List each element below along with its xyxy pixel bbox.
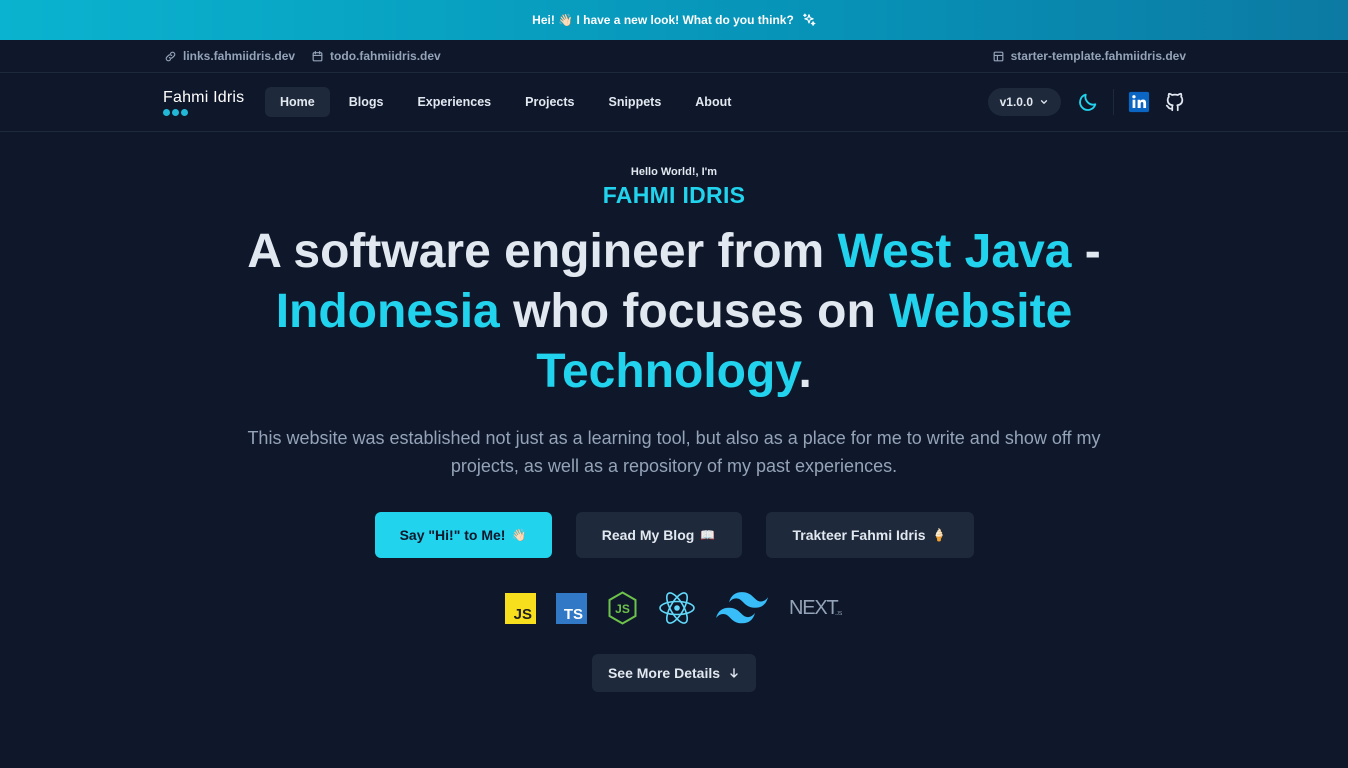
arrow-down-icon	[730, 668, 738, 678]
todo-subdomain-link[interactable]: todo.fahmiidris.dev	[311, 49, 441, 63]
main-navbar: Fahmi Idris Home Blogs Experiences Proje…	[0, 73, 1348, 132]
primary-nav: Home Blogs Experiences Projects Snippets…	[265, 87, 746, 117]
headline-part-1: A software engineer from	[247, 225, 838, 278]
subdomain-bar: links.fahmiidris.dev todo.fahmiidris.dev…	[0, 40, 1348, 73]
say-hi-label: Say "Hi!" to Me!	[399, 527, 506, 543]
links-subdomain-link[interactable]: links.fahmiidris.dev	[164, 49, 295, 63]
linkedin-icon	[1128, 91, 1150, 113]
trakteer-button[interactable]: Trakteer Fahmi Idris 🍦	[765, 512, 974, 558]
sparkles-icon	[802, 13, 816, 26]
tech-stack: JS TS JS NEXT .JS	[0, 590, 1348, 626]
logo[interactable]: Fahmi Idris	[163, 89, 265, 116]
nav-item-home[interactable]: Home	[265, 87, 330, 117]
see-more-label: See More Details	[607, 665, 721, 681]
read-blog-button[interactable]: Read My Blog 📖	[575, 512, 742, 558]
nav-item-blogs[interactable]: Blogs	[334, 87, 399, 117]
hero-description: This website was established not just as…	[247, 428, 1101, 476]
todo-subdomain-label: todo.fahmiidris.dev	[330, 49, 441, 63]
javascript-label: JS	[513, 606, 531, 623]
hero-name: FAHMI IDRIS	[602, 182, 746, 208]
logo-text: Fahmi Idris	[163, 88, 245, 106]
links-subdomain-label: links.fahmiidris.dev	[183, 49, 296, 63]
starter-template-label: starter-template.fahmiidris.dev	[1010, 49, 1186, 63]
headline-part-3: who focuses on	[499, 285, 890, 338]
layout-icon	[993, 51, 1004, 61]
starter-template-link[interactable]: starter-template.fahmiidris.dev	[992, 49, 1186, 63]
nodejs-icon: JS	[607, 591, 638, 625]
nodejs-label: JS	[615, 602, 630, 616]
hero-cta-group: Say "Hi!" to Me! 👋🏻 Read My Blog 📖 Trakt…	[0, 512, 1348, 558]
navbar-actions: v1.0.0	[987, 88, 1186, 116]
headline-part-4: .	[798, 345, 812, 398]
announcement-bar[interactable]: Hei! 👋🏻 I have a new look! What do you t…	[0, 0, 1348, 40]
hero-section: Hello World!, I'm FAHMI IDRIS A software…	[0, 166, 1348, 692]
chevron-down-icon	[1040, 100, 1048, 104]
javascript-icon: JS	[504, 592, 536, 624]
announcement-text: Hei! 👋🏻 I have a new look! What do you t…	[532, 13, 794, 27]
read-blog-label: Read My Blog	[601, 527, 695, 543]
nav-item-snippets[interactable]: Snippets	[593, 87, 676, 117]
nav-item-projects[interactable]: Projects	[510, 87, 589, 117]
ice-cream-icon: 🍦	[931, 528, 947, 542]
github-link[interactable]	[1164, 91, 1186, 113]
moon-icon	[1079, 93, 1097, 111]
nav-item-about[interactable]: About	[680, 87, 746, 117]
version-dropdown[interactable]: v1.0.0	[987, 88, 1061, 116]
github-icon	[1165, 92, 1184, 112]
calendar-icon	[312, 50, 323, 61]
nextjs-icon: NEXT .JS	[788, 594, 844, 622]
hero-headline: A software engineer from West Java - Ind…	[214, 222, 1134, 402]
nextjs-sub-label: .JS	[835, 611, 843, 617]
theme-toggle-button[interactable]	[1077, 91, 1099, 113]
headline-highlight-west-java: West Java	[837, 225, 1072, 278]
headline-highlight-indonesia: Indonesia	[275, 285, 500, 338]
react-icon	[658, 591, 696, 625]
linkedin-link[interactable]	[1128, 91, 1150, 113]
logo-dots	[163, 108, 265, 116]
link-icon	[165, 51, 176, 61]
typescript-icon: TS	[555, 592, 587, 624]
nextjs-label: NEXT	[789, 597, 839, 619]
see-more-details-button[interactable]: See More Details	[591, 654, 757, 692]
typescript-label: TS	[563, 606, 582, 623]
say-hi-button[interactable]: Say "Hi!" to Me! 👋🏻	[374, 512, 552, 558]
headline-part-2: -	[1071, 225, 1101, 278]
tailwind-icon	[715, 592, 768, 624]
hero-greeting: Hello World!, I'm	[630, 166, 718, 178]
trakteer-label: Trakteer Fahmi Idris	[792, 527, 926, 543]
nav-item-experiences[interactable]: Experiences	[402, 87, 506, 117]
version-label: v1.0.0	[999, 95, 1033, 109]
book-icon: 📖	[700, 528, 716, 542]
waving-hand-icon: 👋🏻	[511, 528, 527, 542]
see-more-wrapper: See More Details	[0, 654, 1348, 692]
navbar-divider	[1113, 89, 1114, 115]
